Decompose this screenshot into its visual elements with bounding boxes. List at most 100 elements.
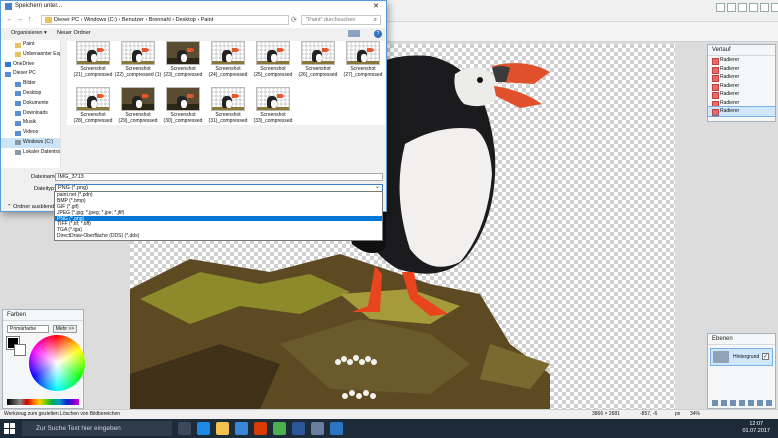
hide-folders-toggle[interactable]: ⌃ Ordner ausblende [7, 204, 57, 210]
new-folder-button[interactable]: Neuer Ordner [57, 28, 91, 39]
outlook-icon[interactable] [330, 422, 343, 435]
edge-icon[interactable] [197, 422, 210, 435]
drive-icon [15, 140, 21, 146]
chrome-icon[interactable] [273, 422, 286, 435]
desktop-icon [15, 91, 21, 97]
nav-item[interactable]: Downloads [1, 109, 60, 119]
help-icon[interactable]: ? [374, 30, 382, 38]
file-item[interactable]: Screenshot (23)_compressed [157, 41, 207, 81]
layers-toggle-icon[interactable] [738, 3, 747, 12]
explorer-icon[interactable] [216, 422, 229, 435]
forward-arrow-icon[interactable]: → [16, 16, 23, 23]
history-list: Radierer Radierer Radierer Radierer Radierer… [707, 56, 776, 117]
command-bar: Organisieren ▾ Neuer Ordner ? [1, 28, 386, 40]
layer-row[interactable]: Hintergrund ✓ [710, 348, 773, 366]
file-thumbnail [256, 41, 290, 65]
back-arrow-icon[interactable]: ← [6, 16, 13, 23]
history-item[interactable]: Radierer [708, 82, 775, 90]
color-palette[interactable] [7, 399, 79, 405]
file-item[interactable]: Screenshot (24)_compressed [202, 41, 252, 81]
more-colors-button[interactable]: Mehr >> [53, 325, 77, 333]
music-icon [15, 120, 21, 126]
add-layer-icon[interactable] [712, 400, 718, 406]
delete-layer-icon[interactable] [721, 400, 727, 406]
colors-toggle-icon[interactable] [749, 3, 758, 12]
layers-title: Ebenen [708, 334, 775, 345]
file-item[interactable]: Screenshot (30)_compressed [157, 87, 207, 127]
file-name-line2: (27)_compressed [343, 72, 383, 78]
videos-icon [15, 130, 21, 136]
color-wheel[interactable] [29, 335, 85, 391]
organize-button[interactable]: Organisieren ▾ [11, 28, 47, 39]
nav-item-label: Windows (C:) [23, 138, 54, 145]
word-icon[interactable] [292, 422, 305, 435]
nav-item[interactable]: Paint [1, 40, 60, 50]
nav-item-label: Downloads [23, 109, 48, 116]
unit-select[interactable]: px [675, 410, 680, 419]
file-item[interactable]: Screenshot (21)_compressed [67, 41, 117, 81]
close-icon[interactable]: ✕ [368, 1, 384, 12]
secondary-color-swatch[interactable] [14, 344, 26, 356]
file-item[interactable]: Screenshot (22)_compressed (1) [112, 41, 162, 81]
nav-item[interactable]: Dokumente [1, 99, 60, 109]
nav-item[interactable]: Lokaler Datenträ [1, 148, 60, 158]
search-placeholder: "Paint" durchsuchen [306, 17, 356, 23]
filetype-options-list: paint.net (*.pdn) BMP (*.bmp) GIF (*.gif) J… [54, 191, 383, 241]
file-item[interactable]: Screenshot (26)_compressed [292, 41, 342, 81]
up-arrow-icon[interactable]: ↑ [28, 16, 32, 23]
nav-item[interactable]: Unbenannter Exp [1, 50, 60, 60]
history-item[interactable]: Radierer [708, 99, 775, 107]
file-item[interactable]: Screenshot (25)_compressed [247, 41, 297, 81]
nav-item[interactable]: Videos [1, 128, 60, 138]
file-item[interactable]: Screenshot (27)_compressed [337, 41, 387, 81]
layer-up-icon[interactable] [748, 400, 754, 406]
history-item[interactable]: Radierer [708, 56, 775, 65]
paintnet-icon[interactable] [311, 422, 324, 435]
task-view-icon[interactable] [178, 422, 191, 435]
filetype-option[interactable]: DirectDraw-Oberfläche (DDS) (*.dds) [55, 233, 382, 239]
color-mode-select[interactable]: Primärfarbe [7, 325, 49, 333]
refresh-icon[interactable]: ⟳ [291, 16, 297, 24]
file-item[interactable]: Screenshot (31)_compressed [202, 87, 252, 127]
view-options-icon[interactable] [348, 30, 360, 37]
file-thumbnail [256, 87, 290, 111]
help-icon[interactable] [771, 3, 778, 12]
history-item[interactable]: Radierer [708, 73, 775, 82]
layer-down-icon[interactable] [757, 400, 763, 406]
duplicate-layer-icon[interactable] [730, 400, 736, 406]
zoom-level[interactable]: 34% [690, 410, 700, 419]
nav-item[interactable]: Windows (C:) [1, 137, 60, 148]
merge-layer-icon[interactable] [739, 400, 745, 406]
taskbar-clock[interactable]: 12:07 01.07.2017 [742, 421, 770, 435]
office-icon[interactable] [254, 422, 267, 435]
history-item[interactable]: Radierer [708, 90, 775, 99]
nav-item[interactable]: Musik [1, 118, 60, 128]
nav-item[interactable]: Bilder [1, 79, 60, 89]
taskbar-search[interactable]: Zur Suche Text hier eingeben [22, 421, 172, 436]
history-item[interactable]: Radierer [708, 65, 775, 73]
nav-item[interactable]: Desktop [1, 89, 60, 99]
status-hint: Werkzeug zum gezielten Löschen von Bildb… [4, 411, 121, 417]
nav-item-label: Bilder [23, 80, 36, 87]
history-toggle-icon[interactable] [727, 3, 736, 12]
search-input[interactable]: "Paint" durchsuchen ⌕ [301, 15, 381, 25]
nav-item[interactable]: Dieser PC [1, 69, 60, 79]
filename-input[interactable]: IMG_3713 [55, 173, 383, 181]
nav-item[interactable]: OneDrive [1, 60, 60, 70]
store-icon[interactable] [235, 422, 248, 435]
file-item[interactable]: Screenshot (28)_compressed [67, 87, 117, 127]
start-button[interactable] [4, 423, 15, 434]
file-thumbnail [211, 87, 245, 111]
layer-visibility-checkbox[interactable]: ✓ [762, 353, 769, 360]
file-thumbnail [301, 41, 335, 65]
nav-item-label: OneDrive [13, 60, 35, 67]
history-footer: alb [712, 113, 719, 119]
settings-icon[interactable] [760, 3, 769, 12]
file-item[interactable]: Screenshot (33)_compressed [247, 87, 297, 127]
layer-properties-icon[interactable] [766, 400, 772, 406]
file-item[interactable]: Screenshot (29)_compressed [112, 87, 162, 127]
address-bar[interactable]: Dieser PC › Windows (C:) › Benutzer › Br… [41, 15, 289, 25]
colors-title: Farben [3, 310, 83, 321]
tools-toggle-icon[interactable] [716, 3, 725, 12]
nav-item-label: Unbenannter Exp [23, 50, 61, 57]
